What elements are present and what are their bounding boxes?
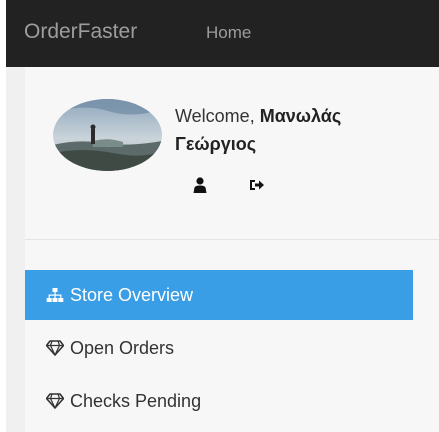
menu-item-label: Open Orders: [70, 337, 175, 358]
sitemap-icon: [46, 287, 64, 303]
brand-logo[interactable]: OrderFaster: [24, 20, 137, 44]
welcome-message: Welcome, Μανωλάς Γεώργιος: [175, 102, 415, 158]
menu-item-label: Checks Pending: [70, 390, 202, 411]
divider: [25, 239, 439, 240]
avatar-photo: [53, 99, 162, 171]
menu-item-checks-pending[interactable]: Checks Pending: [25, 376, 413, 426]
user-icon[interactable]: [193, 177, 209, 193]
diamond-icon: [46, 340, 64, 356]
sign-out-icon[interactable]: [249, 177, 265, 193]
diamond-icon: [46, 393, 64, 409]
user-profile-panel: Welcome, Μανωλάς Γεώργιος: [25, 67, 439, 242]
user-name-last: Γεώργιος: [175, 134, 257, 154]
menu-item-label: Store Overview: [70, 284, 194, 305]
menu-item-open-orders[interactable]: Open Orders: [25, 323, 413, 373]
sidebar-menu: Store Overview Open Orders Checks Pendin…: [25, 270, 439, 426]
avatar: [53, 99, 162, 171]
welcome-prefix: Welcome,: [175, 106, 260, 126]
sidebar-gutter: [6, 67, 25, 432]
user-name-first: Μανωλάς: [259, 106, 342, 126]
sidebar: Welcome, Μανωλάς Γεώργιος Store Overview…: [6, 67, 439, 432]
top-navbar: OrderFaster Home: [6, 0, 439, 67]
menu-item-store-overview[interactable]: Store Overview: [25, 270, 413, 320]
nav-home-link[interactable]: Home: [206, 23, 251, 43]
